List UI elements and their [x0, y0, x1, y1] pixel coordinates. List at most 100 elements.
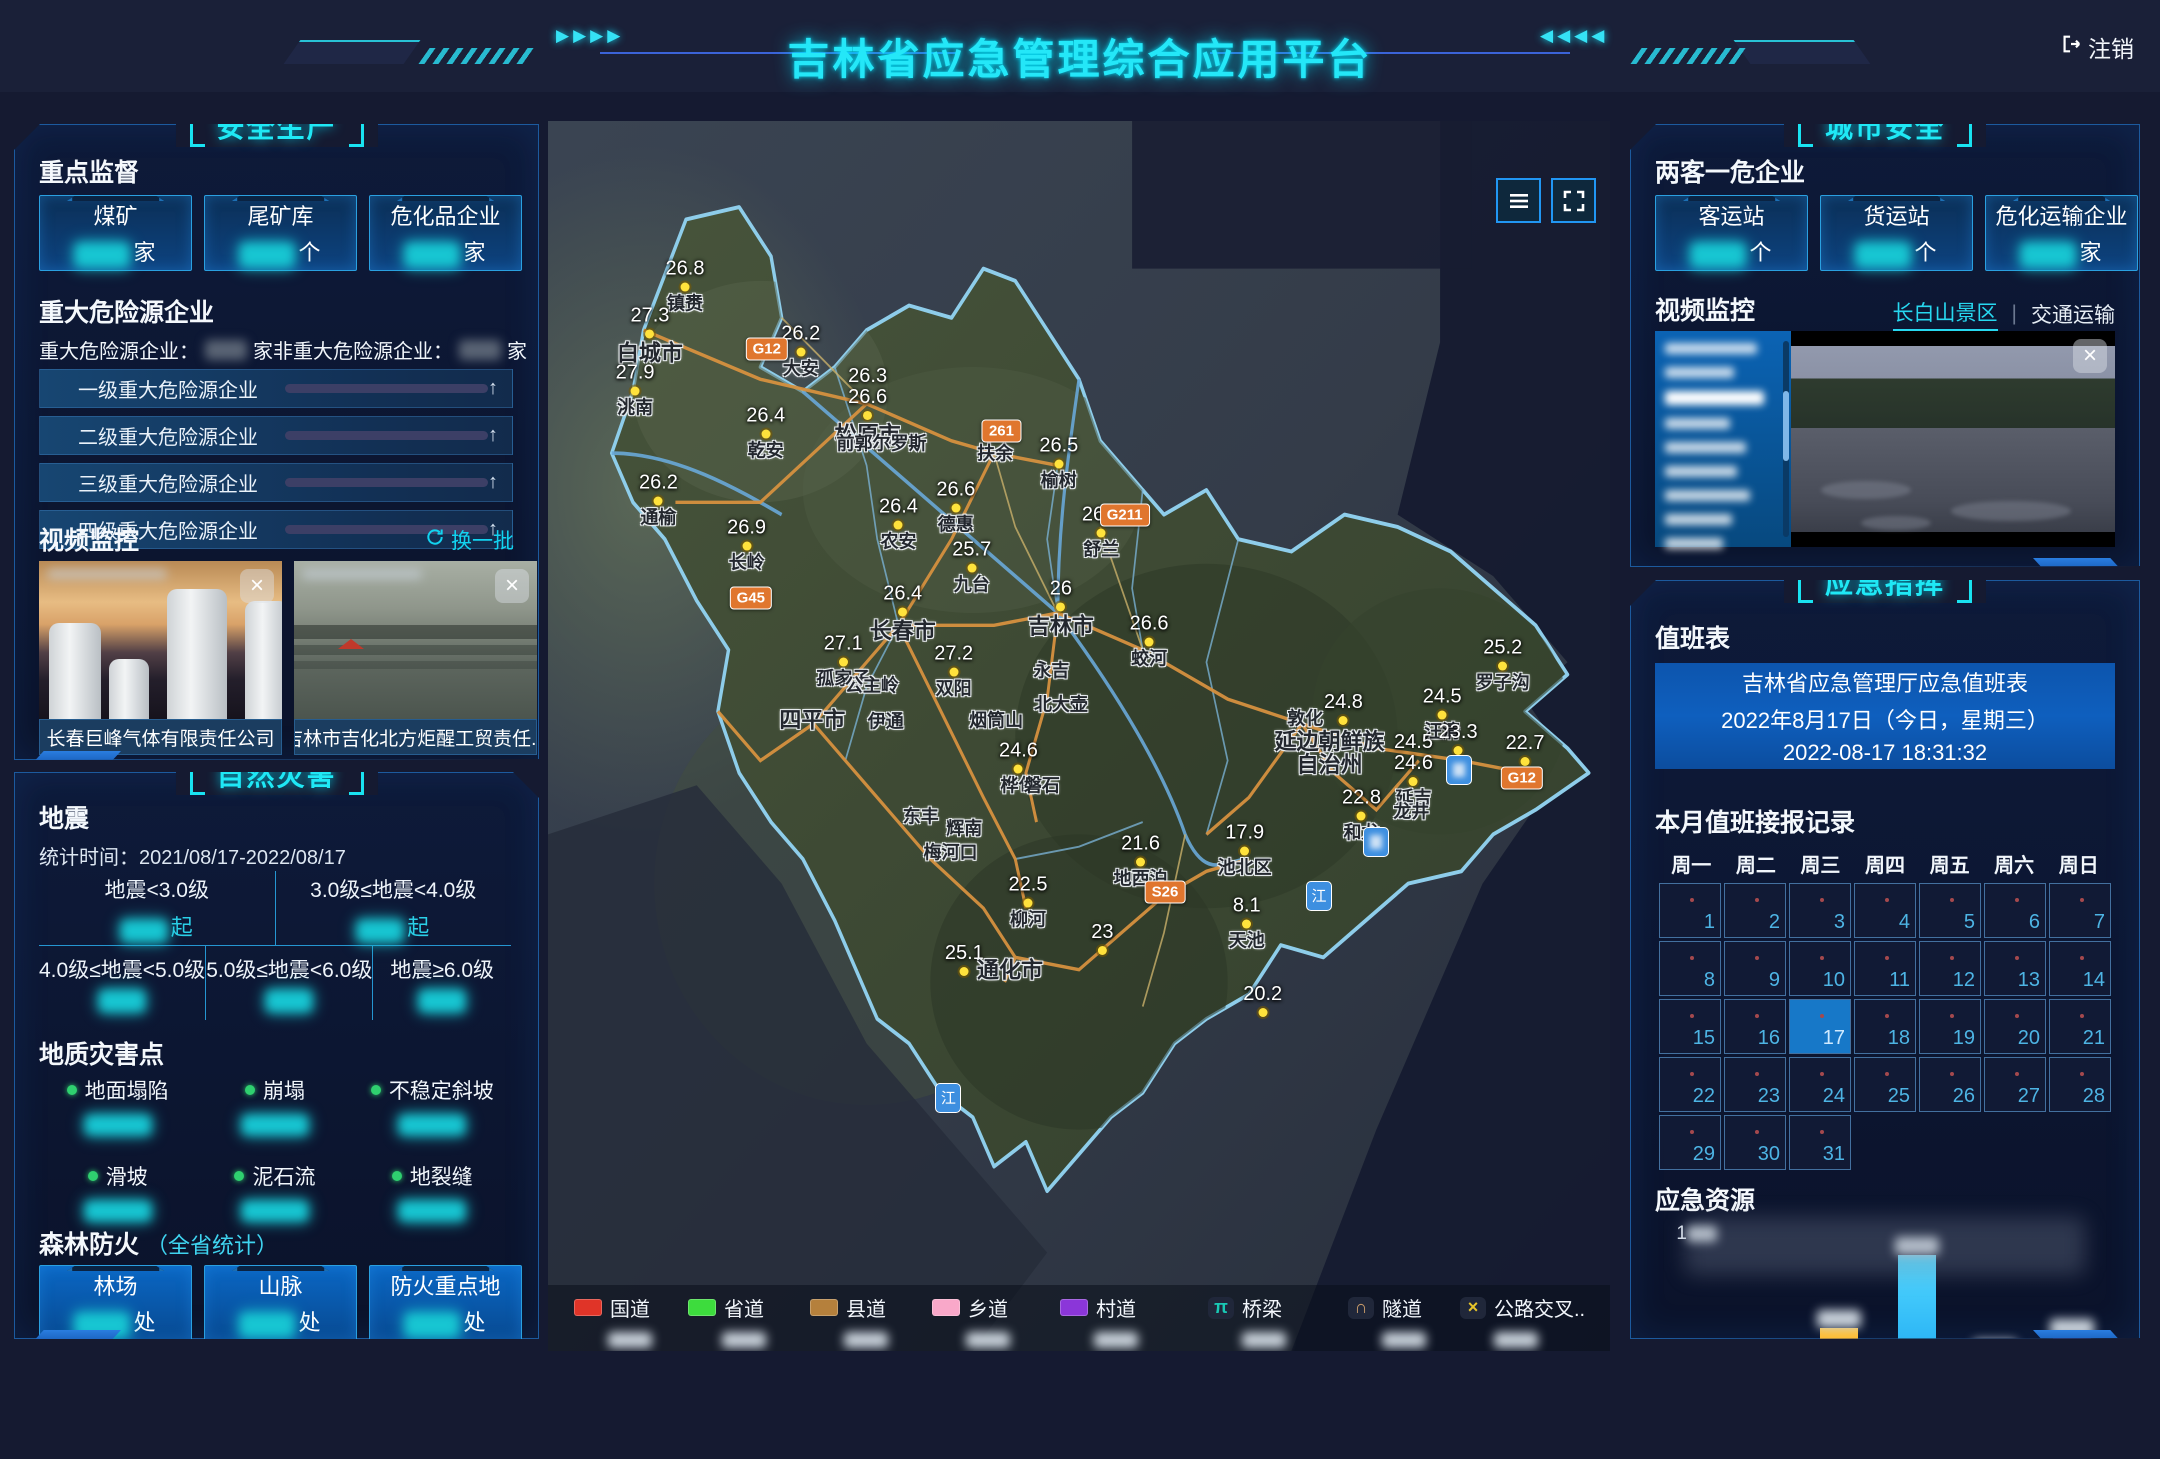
map-marker-前郭尔罗斯[interactable]: 前郭尔罗斯 — [836, 435, 926, 454]
map-marker-乾安[interactable]: 26.4乾安 — [746, 406, 785, 461]
camera-list[interactable] — [1655, 331, 1791, 547]
map-marker-东丰[interactable]: 东丰 — [903, 808, 939, 827]
calendar-day-18[interactable]: 18 — [1854, 999, 1916, 1054]
map-marker-北大壶[interactable]: 北大壶 — [1034, 696, 1088, 715]
calendar-day-29[interactable]: 29 — [1659, 1115, 1721, 1170]
map-marker-白城市[interactable]: 27.3白城市 — [617, 305, 683, 364]
logout-button[interactable]: 注销 — [2060, 30, 2134, 64]
calendar-day-12[interactable]: 12 — [1919, 941, 1981, 996]
legend-item-省道[interactable]: 省道 — [688, 1293, 764, 1322]
camera-card[interactable]: × 长春巨峰气体有限责任公司 — [39, 561, 282, 755]
camera-card[interactable]: × 吉林市吉化北方炬醒工贸责任... — [294, 561, 537, 755]
calendar-day-1[interactable]: 1 — [1659, 883, 1721, 938]
calendar-day-19[interactable]: 19 — [1919, 999, 1981, 1054]
stat-card-山脉[interactable]: 山脉处 — [204, 1265, 357, 1341]
calendar-day-4[interactable]: 4 — [1854, 883, 1916, 938]
stat-card-防火重点地[interactable]: 防火重点地处 — [369, 1265, 522, 1341]
city-camera-feed[interactable]: × — [1791, 331, 2115, 547]
calendar-day-27[interactable]: 27 — [1984, 1057, 2046, 1112]
map-marker-烟筒山[interactable]: 烟筒山 — [969, 712, 1023, 731]
map-marker-农安[interactable]: 26.4农安 — [879, 497, 918, 552]
legend-item-乡道[interactable]: 乡道 — [932, 1293, 1008, 1322]
scenic-marker-icon[interactable]: 江 — [1306, 881, 1332, 911]
tab-changbaishan[interactable]: 长白山景区 — [1893, 297, 1998, 331]
map-marker-23.3[interactable]: 23.3 — [1439, 722, 1478, 758]
legend-item-桥梁[interactable]: π桥梁 — [1208, 1293, 1282, 1322]
map-marker-敦化[interactable]: 敦化 — [1287, 709, 1323, 728]
stat-card-林场[interactable]: 林场处 — [39, 1265, 192, 1341]
calendar-day-22[interactable]: 22 — [1659, 1057, 1721, 1112]
scrollbar-thumb[interactable] — [1783, 391, 1789, 461]
calendar-day-5[interactable]: 5 — [1919, 883, 1981, 938]
map-marker-四平市[interactable]: 四平市 — [779, 708, 845, 731]
camera-list-item[interactable] — [1665, 538, 1723, 549]
legend-item-隧道[interactable]: ∩隧道 — [1348, 1293, 1422, 1322]
calendar-day-6[interactable]: 6 — [1984, 883, 2046, 938]
map-marker-延吉[interactable]: 24.524.6延吉 — [1394, 732, 1433, 808]
legend-item-国道[interactable]: 国道 — [574, 1293, 650, 1322]
duty-schedule-box[interactable]: 吉林省应急管理厅应急值班表2022年8月17日（今日，星期三）2022-08-1… — [1655, 663, 2115, 769]
map-marker-双阳[interactable]: 27.2双阳 — [934, 643, 973, 698]
legend-item-县道[interactable]: 县道 — [810, 1293, 886, 1322]
calendar-day-9[interactable]: 9 — [1724, 941, 1786, 996]
map-marker-通榆[interactable]: 26.2通榆 — [639, 472, 678, 527]
calendar-day-15[interactable]: 15 — [1659, 999, 1721, 1054]
map-marker-永吉[interactable]: 永吉 — [1033, 661, 1069, 680]
map-marker-长岭[interactable]: 26.9长岭 — [727, 518, 766, 573]
map-marker-20.2[interactable]: 20.2 — [1243, 984, 1282, 1020]
calendar-day-11[interactable]: 11 — [1854, 941, 1916, 996]
scenic-marker-icon[interactable] — [1363, 827, 1389, 857]
close-icon[interactable]: × — [495, 569, 529, 603]
map-marker-榆树[interactable]: 26.5榆树 — [1039, 435, 1078, 490]
map-marker-梅河口[interactable]: 梅河口 — [923, 843, 977, 862]
camera-list-item[interactable] — [1665, 490, 1750, 501]
refresh-batch-button[interactable]: 换一批 — [425, 525, 514, 555]
map-marker-九台[interactable]: 25.7九台 — [952, 540, 991, 595]
calendar-day-24[interactable]: 24 — [1789, 1057, 1851, 1112]
map-marker-罗子沟[interactable]: 25.2罗子沟 — [1476, 637, 1530, 692]
calendar-day-14[interactable]: 14 — [2049, 941, 2111, 996]
map-marker-扶余[interactable]: 扶余 — [977, 445, 1013, 464]
map-marker-辉南[interactable]: 辉南 — [946, 820, 982, 839]
map-marker-蛟河[interactable]: 26.6蛟河 — [1130, 614, 1169, 669]
camera-list-item[interactable] — [1665, 418, 1730, 429]
close-icon[interactable]: × — [2073, 339, 2107, 373]
camera-list-item[interactable] — [1665, 466, 1737, 477]
map-marker-延边朝鲜族自治州[interactable]: 延边朝鲜族自治州 — [1270, 730, 1390, 776]
calendar-day-25[interactable]: 25 — [1854, 1057, 1916, 1112]
map-layers-button[interactable] — [1496, 178, 1541, 223]
stat-card-尾矿库[interactable]: 尾矿库个 — [204, 195, 357, 271]
calendar-day-2[interactable]: 2 — [1724, 883, 1786, 938]
province-map[interactable]: 26.8镇赉27.3白城市27.9洮南26.2大安26.4乾安26.2通榆26.… — [548, 121, 1610, 1351]
calendar-day-23[interactable]: 23 — [1724, 1057, 1786, 1112]
camera-list-item[interactable] — [1665, 367, 1734, 378]
scenic-marker-icon[interactable]: 江 — [935, 1083, 961, 1113]
calendar-day-3[interactable]: 3 — [1789, 883, 1851, 938]
camera-list-item[interactable] — [1665, 343, 1757, 354]
calendar-day-20[interactable]: 20 — [1984, 999, 2046, 1054]
map-fullscreen-button[interactable] — [1551, 178, 1596, 223]
map-marker-德惠[interactable]: 26.6德惠 — [936, 480, 975, 535]
calendar-day-26[interactable]: 26 — [1919, 1057, 1981, 1112]
calendar-day-10[interactable]: 10 — [1789, 941, 1851, 996]
map-marker-龙井[interactable]: 龙井 — [1393, 803, 1429, 822]
map-marker-公主岭[interactable]: 公主岭 — [845, 676, 899, 695]
legend-item-村道[interactable]: 村道 — [1060, 1293, 1136, 1322]
map-marker-长春市[interactable]: 26.4长春市 — [870, 583, 936, 642]
camera-list-item[interactable] — [1665, 391, 1764, 405]
map-marker-吉林市[interactable]: 26吉林市 — [1028, 579, 1094, 638]
legend-item-公路交叉..[interactable]: ×公路交叉.. — [1460, 1293, 1585, 1322]
map-marker-通化市[interactable]: 通化市 — [977, 958, 1043, 981]
stat-card-危化运输企业[interactable]: 危化运输企业家 — [1985, 195, 2138, 271]
scenic-marker-icon[interactable] — [1446, 755, 1472, 785]
map-marker-22.7[interactable]: 22.7 — [1506, 733, 1545, 769]
camera-list-item[interactable] — [1665, 514, 1732, 525]
map-marker-天池[interactable]: 8.1天池 — [1229, 896, 1265, 951]
stat-card-客运站[interactable]: 客运站个 — [1655, 195, 1808, 271]
map-marker-柳河[interactable]: 22.5柳河 — [1009, 875, 1048, 930]
map-marker-24.8[interactable]: 24.8 — [1324, 692, 1363, 728]
calendar-day-13[interactable]: 13 — [1984, 941, 2046, 996]
stat-card-货运站[interactable]: 货运站个 — [1820, 195, 1973, 271]
calendar-day-21[interactable]: 21 — [2049, 999, 2111, 1054]
map-marker-伊通[interactable]: 伊通 — [868, 713, 904, 732]
